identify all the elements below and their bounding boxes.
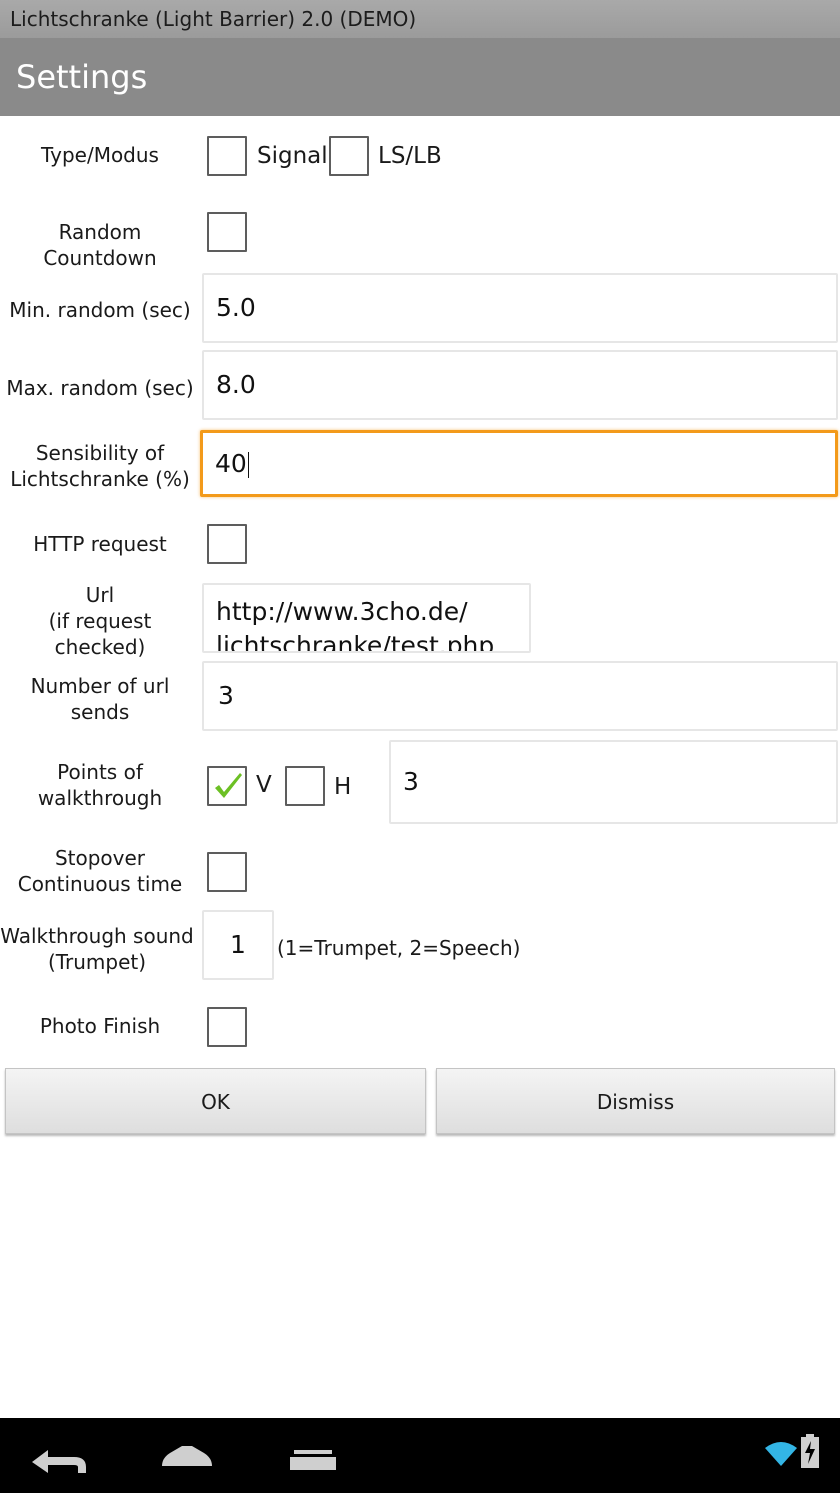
url-label-line1: Url: [85, 583, 115, 607]
url-label: Url (if request checked): [0, 582, 200, 660]
ok-button[interactable]: OK: [5, 1068, 426, 1134]
wifi-icon: [765, 1442, 797, 1466]
signal-label: Signal: [257, 143, 328, 169]
signal-checkbox[interactable]: [207, 136, 247, 176]
min-random-input[interactable]: 5.0: [202, 273, 838, 343]
sensibility-value: 40: [215, 449, 247, 478]
walkthrough-sound-label: Walkthrough sound (Trumpet): [0, 923, 197, 975]
url-value-line2: lichtschranke/test.php: [216, 631, 495, 653]
home-icon[interactable]: [160, 1444, 214, 1470]
url-sends-value: 3: [218, 681, 234, 710]
points-input[interactable]: 3: [389, 740, 838, 824]
points-label-line1: Points of: [57, 760, 143, 784]
page-title: Settings: [16, 58, 148, 96]
stopover-checkbox[interactable]: [207, 852, 247, 892]
url-sends-label-line2: sends: [70, 700, 130, 724]
back-icon[interactable]: [30, 1446, 90, 1478]
type-modus-label: Type/Modus: [41, 143, 159, 167]
points-h-label: H: [334, 774, 352, 800]
app-title-bar: Lichtschranke (Light Barrier) 2.0 (DEMO): [0, 0, 840, 38]
max-random-input[interactable]: 8.0: [202, 350, 838, 420]
stopover-label-line1: Stopover: [54, 846, 146, 870]
walkthrough-sound-input[interactable]: 1: [202, 910, 274, 980]
points-h-checkbox[interactable]: [285, 766, 325, 806]
sensibility-label: Sensibility of Lichtschranke (%): [0, 440, 200, 492]
max-random-label: Max. random (sec): [6, 376, 194, 400]
max-random-value: 8.0: [216, 370, 256, 399]
min-random-value: 5.0: [216, 293, 256, 322]
stopover-label-line2: Continuous time: [17, 872, 183, 896]
text-cursor: [247, 452, 249, 478]
app-title: Lichtschranke (Light Barrier) 2.0 (DEMO): [10, 7, 417, 31]
url-sends-label-line1: Number of url: [30, 674, 170, 698]
sensibility-label-line2: Lichtschranke (%): [10, 467, 190, 491]
points-v-checkbox[interactable]: [207, 766, 247, 806]
http-request-label: HTTP request: [33, 532, 167, 556]
sensibility-input[interactable]: 40: [200, 430, 838, 497]
url-label-line2: (if request: [48, 609, 152, 633]
random-countdown-checkbox[interactable]: [207, 212, 247, 252]
sensibility-label-line1: Sensibility of: [35, 441, 165, 465]
url-label-line3: checked): [54, 635, 146, 659]
url-input[interactable]: http://www.3cho.de/ lichtschranke/test.p…: [202, 583, 531, 653]
walkthrough-sound-hint: (1=Trumpet, 2=Speech): [277, 936, 521, 960]
http-request-checkbox[interactable]: [207, 524, 247, 564]
dismiss-button[interactable]: Dismiss: [436, 1068, 835, 1134]
random-countdown-label: Random Countdown: [43, 220, 157, 270]
url-sends-input[interactable]: 3: [202, 661, 838, 731]
min-random-label: Min. random (sec): [9, 298, 191, 322]
points-value: 3: [403, 767, 419, 796]
url-value-line1: http://www.3cho.de/: [216, 597, 468, 626]
navigation-bar: [0, 1418, 840, 1493]
walkthrough-sound-label-line1: Walkthrough sound: [0, 924, 194, 948]
points-v-label: V: [256, 772, 272, 798]
settings-header: Settings: [0, 38, 840, 116]
photo-finish-label: Photo Finish: [39, 1014, 161, 1038]
ls-lb-checkbox[interactable]: [329, 136, 369, 176]
url-sends-label: Number of url sends: [0, 673, 200, 725]
stopover-label: Stopover Continuous time: [0, 845, 200, 897]
walkthrough-sound-value: 1: [230, 930, 246, 959]
recent-apps-icon[interactable]: [289, 1448, 337, 1472]
points-label: Points of walkthrough: [0, 759, 200, 811]
walkthrough-sound-label-line2: (Trumpet): [47, 950, 147, 974]
ls-lb-label: LS/LB: [378, 143, 442, 169]
photo-finish-checkbox[interactable]: [207, 1007, 247, 1047]
battery-charging-icon: [801, 1434, 819, 1468]
checkmark-icon: [215, 773, 242, 798]
points-label-line2: walkthrough: [37, 786, 163, 810]
